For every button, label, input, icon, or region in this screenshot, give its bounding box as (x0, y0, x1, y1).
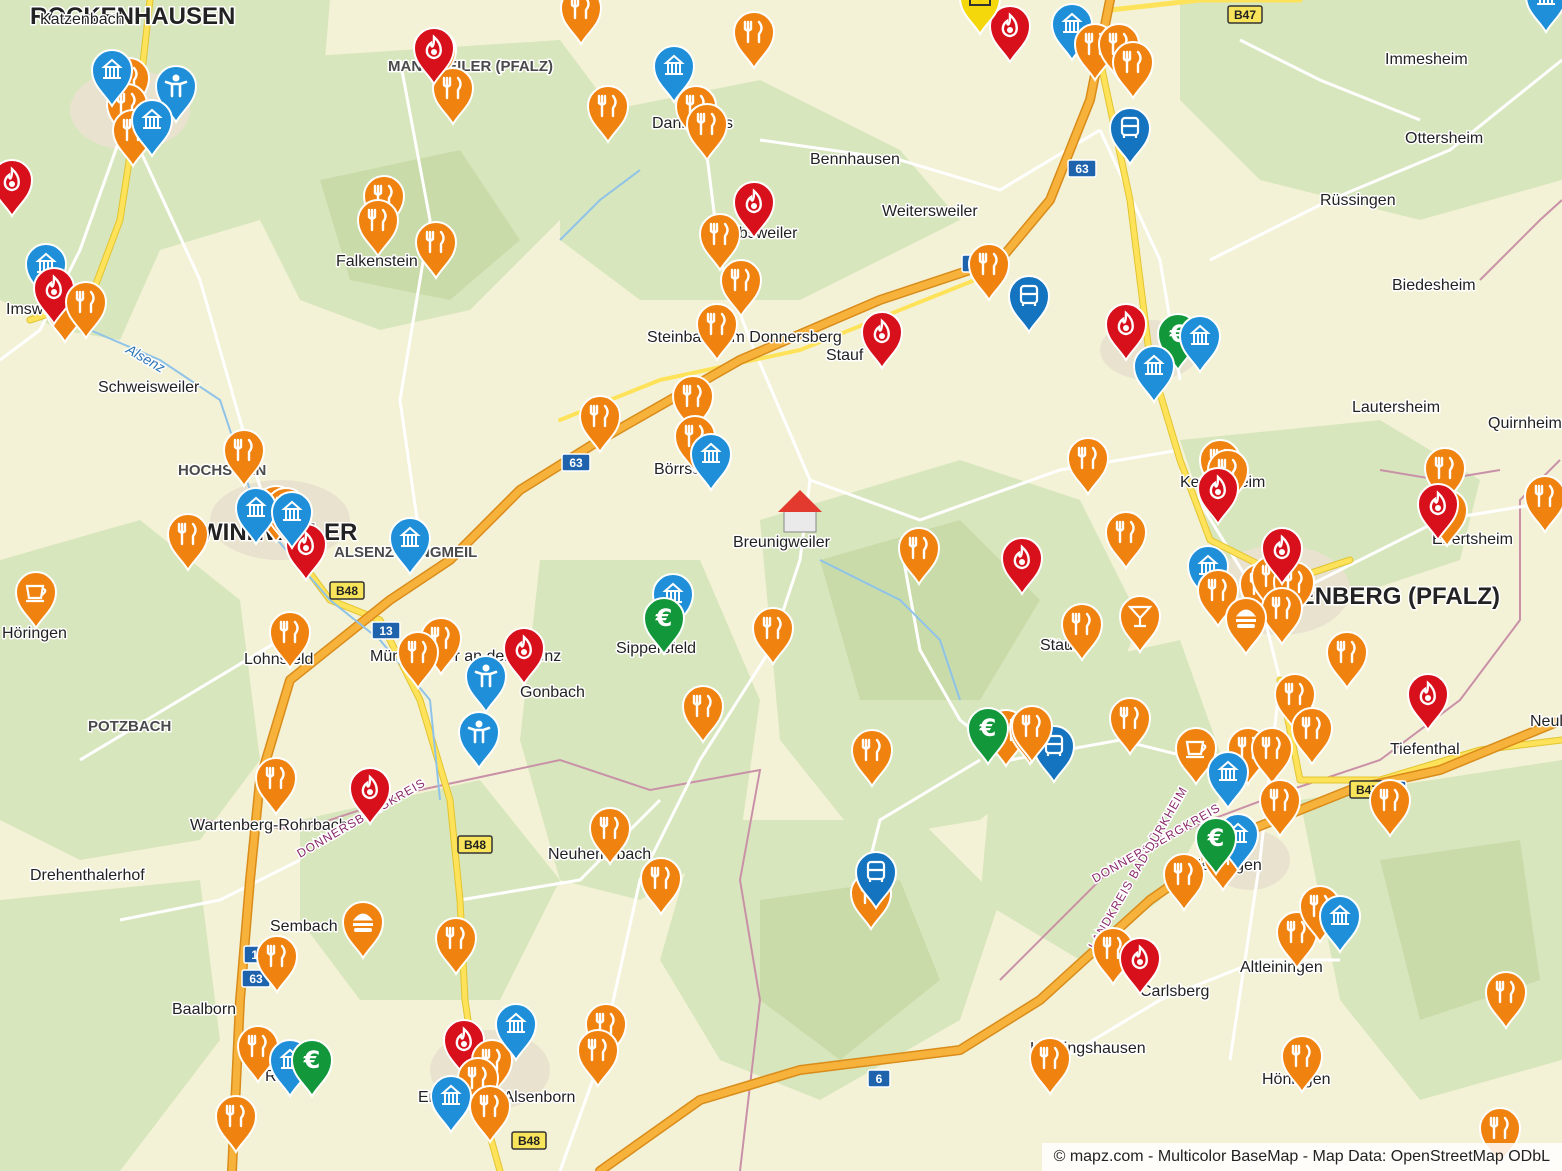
place-label-village: Biedesheim (1392, 277, 1476, 294)
place-label-village: Carlsberg (1140, 983, 1209, 1000)
svg-text:B48: B48 (464, 838, 486, 852)
place-label-village: Gonbach (520, 684, 585, 701)
place-label-village: Drehenthalerhof (30, 867, 145, 884)
svg-text:€: € (979, 714, 997, 742)
svg-text:€: € (655, 604, 673, 632)
svg-text:13: 13 (379, 624, 393, 638)
svg-text:€: € (303, 1046, 321, 1074)
euro-icon: € (979, 714, 997, 742)
place-label-village: Altleiningen (1240, 959, 1323, 976)
place-label-district: POTZBACH (88, 718, 171, 735)
svg-text:63: 63 (569, 456, 583, 470)
place-label-village: Katzenbach (40, 11, 125, 28)
map-canvas[interactable]: ROCKENHAUSENWINNWEILEREISENBERG (PFALZ)M… (0, 0, 1562, 1171)
place-label-district: MANNWEILER (PFALZ) (388, 58, 553, 75)
svg-text:B48: B48 (336, 584, 358, 598)
road-shield: B48 (329, 581, 365, 600)
svg-text:63: 63 (249, 972, 263, 986)
place-label-village: Weitersweiler (882, 203, 978, 220)
map-attribution: © mapz.com - Multicolor BaseMap - Map Da… (1041, 1143, 1562, 1171)
place-label-village: Steinbach am Donnersberg (647, 329, 842, 346)
euro-icon: € (303, 1046, 321, 1074)
place-label-village: Quirnheim (1488, 415, 1562, 432)
place-label-village: Höringen (2, 625, 67, 642)
svg-text:€: € (1207, 824, 1225, 852)
place-label-village: Rüssingen (1320, 192, 1396, 209)
place-label-village: Sembach (270, 918, 338, 935)
euro-icon: € (1207, 824, 1225, 852)
road-shield: B48 (511, 1131, 547, 1150)
road-shield: B48 (457, 835, 493, 854)
place-label-village: Ottersheim (1405, 130, 1483, 147)
road-shield: 6 (867, 1069, 891, 1088)
place-label-village: Schweisweiler (98, 379, 200, 396)
road-shield: 63 (561, 453, 591, 472)
svg-text:63: 63 (1075, 162, 1089, 176)
place-label-village: Tiefenthal (1390, 741, 1460, 758)
place-label-village: Lautersheim (1352, 399, 1440, 416)
road-shield: B47 (1227, 5, 1263, 24)
svg-text:6: 6 (876, 1072, 883, 1086)
place-label-village: Baalborn (172, 1001, 236, 1018)
place-label-village: Immesheim (1385, 51, 1468, 68)
road-shield: 63 (1067, 159, 1097, 178)
place-label-village: Neuleiningen (1530, 713, 1562, 730)
place-label-village: Bennhausen (810, 151, 900, 168)
place-label-village: Breunigweiler (733, 534, 831, 551)
road-shield: 13 (371, 621, 401, 640)
place-label-village: Stauf (826, 347, 864, 364)
euro-icon: € (655, 604, 673, 632)
svg-text:B47: B47 (1234, 8, 1256, 22)
svg-text:B48: B48 (518, 1134, 540, 1148)
